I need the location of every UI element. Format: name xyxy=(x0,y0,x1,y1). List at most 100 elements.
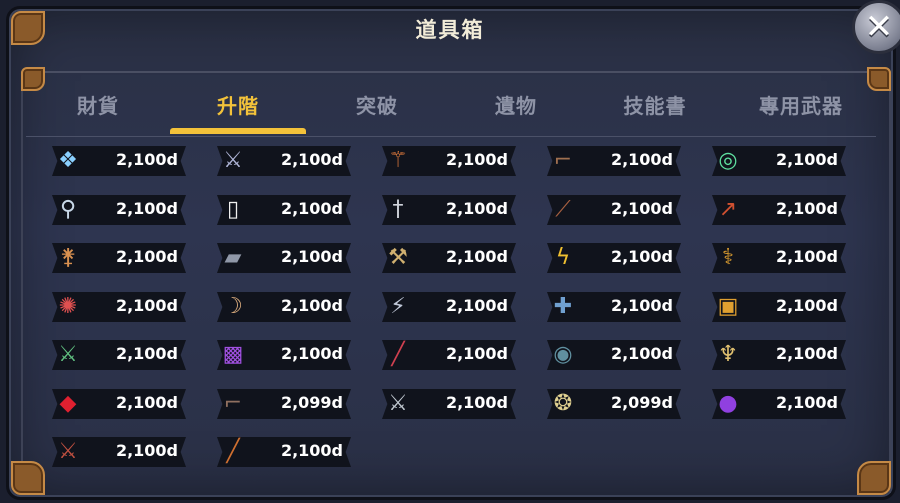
inventory-item[interactable]: ⟋ 2,100d xyxy=(541,195,683,225)
fire-staff-icon: ⚚ xyxy=(388,147,408,173)
inventory-item[interactable]: ⌐ 2,099d xyxy=(211,389,353,419)
spiked-wand-icon: ⚵ xyxy=(59,244,77,270)
inventory-item[interactable]: ⚲ 2,100d xyxy=(46,195,188,225)
winged-crest-icon: ❂ xyxy=(553,390,573,416)
inventory-item[interactable]: ⚚ 2,100d xyxy=(376,146,518,176)
long-staff-icon: ╱ xyxy=(226,438,240,464)
inventory-item[interactable]: ● 2,100d xyxy=(706,389,848,419)
inventory-item[interactable]: ╱ 2,100d xyxy=(211,437,353,467)
inventory-item[interactable]: ϟ 2,100d xyxy=(541,243,683,273)
item-price: 2,100d xyxy=(280,247,343,266)
item-price: 2,100d xyxy=(775,247,838,266)
inventory-item[interactable]: ⚔ 2,100d xyxy=(46,437,188,467)
inventory-item[interactable]: ⌐ 2,100d xyxy=(541,146,683,176)
item-price: 2,100d xyxy=(445,150,508,169)
close-icon: ✕ xyxy=(864,7,894,47)
item-price: 2,100d xyxy=(115,296,178,315)
inventory-item[interactable]: ❂ 2,099d xyxy=(541,389,683,419)
inventory-item[interactable]: ✺ 2,100d xyxy=(46,292,188,322)
inventory-item[interactable]: ╱ 2,100d xyxy=(376,340,518,370)
red-banner-icon: ◆ xyxy=(59,390,77,416)
inventory-item[interactable]: ▣ 2,100d xyxy=(706,292,848,322)
inventory-item[interactable]: ⚒ 2,100d xyxy=(376,243,518,273)
item-price: 2,100d xyxy=(115,199,178,218)
item-price: 2,100d xyxy=(775,150,838,169)
inventory-item[interactable]: ◎ 2,100d xyxy=(706,146,848,176)
red-spear-icon: ↗ xyxy=(718,196,738,222)
blue-knife-icon: ⚲ xyxy=(59,196,77,222)
tab-relics[interactable]: 遺物 xyxy=(448,90,584,132)
tab-upgrade[interactable]: 升階 xyxy=(170,90,306,134)
inventory-item[interactable]: ⚔ 2,100d xyxy=(46,340,188,370)
rifle-icon: ⟋ xyxy=(555,196,571,222)
inventory-item[interactable]: ▯ 2,100d xyxy=(211,195,353,225)
item-price: 2,100d xyxy=(610,247,673,266)
item-price: 2,100d xyxy=(115,150,178,169)
item-price: 2,100d xyxy=(445,199,508,218)
item-price: 2,100d xyxy=(775,393,838,412)
serrated-sword-icon: ⚔ xyxy=(388,390,408,416)
item-price: 2,100d xyxy=(775,344,838,363)
item-price: 2,100d xyxy=(445,393,508,412)
item-price: 2,100d xyxy=(115,441,178,460)
inventory-item[interactable]: ◉ 2,100d xyxy=(541,340,683,370)
green-cleaver-icon: ⚔ xyxy=(58,341,78,367)
inventory-item[interactable]: ✚ 2,100d xyxy=(541,292,683,322)
item-price: 2,100d xyxy=(115,393,178,412)
tab-exclusive-weapons[interactable]: 專用武器 xyxy=(726,90,876,132)
close-button[interactable]: ✕ xyxy=(852,0,900,54)
purple-orb-icon: ● xyxy=(718,390,738,416)
item-price: 2,100d xyxy=(775,296,838,315)
corner-ornament xyxy=(11,461,45,495)
inventory-item[interactable]: ♆ 2,100d xyxy=(706,340,848,370)
broadsword-icon: † xyxy=(392,196,404,222)
inventory-item[interactable]: ▩ 2,100d xyxy=(211,340,353,370)
item-price: 2,100d xyxy=(280,150,343,169)
inventory-item[interactable]: ◆ 2,100d xyxy=(46,389,188,419)
twin-daggers-icon: ⚔ xyxy=(223,147,243,173)
inventory-item[interactable]: ▰ 2,100d xyxy=(211,243,353,273)
round-shield-icon: ◉ xyxy=(553,341,573,367)
item-price: 2,099d xyxy=(280,393,343,412)
inventory-item[interactable]: ⚡ 2,100d xyxy=(376,292,518,322)
tab-breakthrough[interactable]: 突破 xyxy=(306,90,448,132)
item-price: 2,100d xyxy=(280,344,343,363)
purple-tablet-icon: ▩ xyxy=(222,341,244,367)
syringe-icon: ⚡ xyxy=(390,293,406,319)
inventory-item[interactable]: ⚵ 2,100d xyxy=(46,243,188,273)
item-price: 2,099d xyxy=(610,393,673,412)
inventory-item[interactable]: ⚔ 2,100d xyxy=(376,389,518,419)
item-price: 2,100d xyxy=(280,199,343,218)
bow-icon: ☽ xyxy=(223,293,243,319)
inventory-item[interactable]: ⚕ 2,100d xyxy=(706,243,848,273)
pistol-icon: ⌐ xyxy=(553,147,573,173)
crossed-axes-icon: ⚒ xyxy=(388,244,408,270)
item-price: 2,100d xyxy=(115,344,178,363)
item-price: 2,100d xyxy=(610,150,673,169)
inventory-item[interactable]: ❖ 2,100d xyxy=(46,146,188,176)
tommy-gun-icon: ⌐ xyxy=(223,390,243,416)
lightning-bolt-icon: ϟ xyxy=(555,244,571,270)
inventory-item[interactable]: ⚔ 2,100d xyxy=(211,146,353,176)
item-price: 2,100d xyxy=(445,247,508,266)
item-price: 2,100d xyxy=(280,296,343,315)
golden-dagger-icon: ♆ xyxy=(718,341,738,367)
inventory-item[interactable]: ↗ 2,100d xyxy=(706,195,848,225)
item-price: 2,100d xyxy=(610,296,673,315)
card-icon: ▯ xyxy=(226,196,240,222)
crimson-blade-icon: ╱ xyxy=(391,341,405,367)
item-price: 2,100d xyxy=(610,344,673,363)
inventory-item[interactable]: † 2,100d xyxy=(376,195,518,225)
ruby-scepter-icon: ✺ xyxy=(58,293,78,319)
corner-ornament xyxy=(857,461,891,495)
tab-skill-books[interactable]: 技能書 xyxy=(584,90,726,132)
item-price: 2,100d xyxy=(610,199,673,218)
tab-bar: 財貨 升階 突破 遺物 技能書 專用武器 xyxy=(26,84,876,137)
inventory-item[interactable]: ☽ 2,100d xyxy=(211,292,353,322)
item-price: 2,100d xyxy=(775,199,838,218)
golden-barrel-icon: ▣ xyxy=(717,293,739,319)
gauntlet-icon: ▰ xyxy=(224,244,242,270)
page-title: 道具箱 xyxy=(415,18,485,42)
halberd-icon: ⚔ xyxy=(58,438,78,464)
tab-currency[interactable]: 財貨 xyxy=(26,90,170,132)
